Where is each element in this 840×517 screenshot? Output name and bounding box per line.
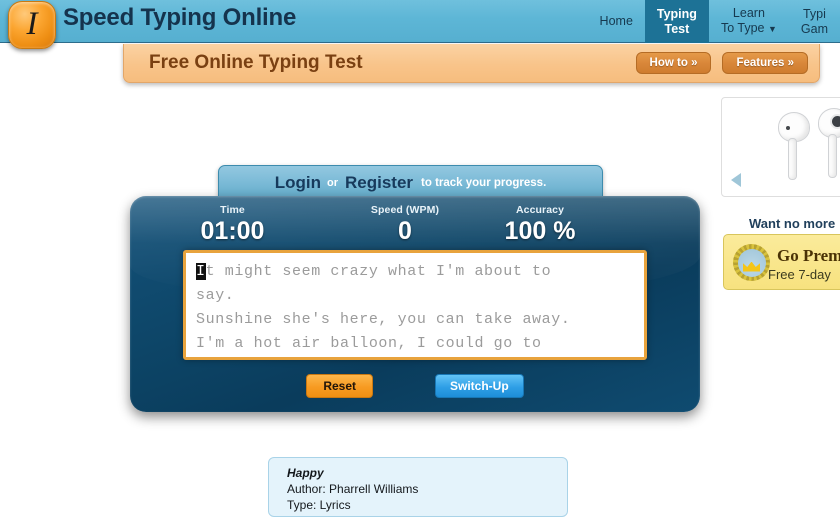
typing-cursor: I (196, 263, 206, 280)
stat-accuracy-label: Accuracy (515, 204, 565, 216)
earbud-left-stem-icon (788, 138, 797, 180)
song-title: Happy (287, 466, 324, 480)
earbud-left-sensor-icon (786, 126, 790, 130)
stat-speed: Speed (WPM) 0 (335, 204, 475, 246)
advertisement-carousel[interactable] (721, 97, 840, 197)
stat-speed-value: 0 (398, 217, 412, 245)
how-to-button[interactable]: How to » (635, 52, 712, 74)
login-or-text: or (326, 177, 338, 189)
typing-test-panel: Time 01:00 Speed (WPM) 0 Accuracy 100 % … (130, 196, 700, 412)
go-premium-subtitle: Free 7-day (768, 267, 831, 282)
crown-badge-inner (737, 248, 766, 277)
passage-line-1: It might seem crazy what I'm about to (196, 260, 634, 284)
switch-up-button[interactable]: Switch-Up (435, 374, 524, 398)
promo-headline: Want no more (749, 216, 836, 231)
nav-item-typing-games-line1: Typi (802, 6, 826, 21)
logo-letter: I (26, 5, 38, 42)
stat-time-label: Time (220, 204, 245, 216)
nav-item-typing-test-line1: Typing (656, 6, 697, 21)
nav-item-learn-to-type-line2: To Type ▼ (720, 21, 777, 35)
nav-item-typing-games-line2: Gam (800, 21, 828, 36)
nav-item-home[interactable]: Home (588, 0, 645, 43)
passage-line-2: say. (196, 287, 235, 304)
nav-item-typing-test[interactable]: Typing Test (644, 0, 709, 43)
song-author: Author: Pharrell Williams (287, 482, 419, 496)
nav-item-learn-to-type-line1: Learn (732, 6, 765, 20)
crown-icon (743, 261, 760, 272)
banner-actions: How to » Features » (635, 52, 808, 74)
song-type: Type: Lyrics (287, 498, 351, 512)
carousel-prev-icon[interactable] (731, 173, 741, 187)
login-link[interactable]: Login (275, 173, 321, 193)
reset-button[interactable]: Reset (306, 374, 373, 398)
register-link[interactable]: Register (345, 173, 413, 193)
stat-accuracy: Accuracy 100 % (475, 204, 605, 246)
crown-badge-icon (733, 244, 770, 281)
nav-item-typing-test-line2: Test (664, 21, 690, 36)
login-strip-tail-text: to track your progress. (421, 177, 547, 189)
stat-time: Time 01:00 (130, 204, 335, 246)
nav-item-typing-games[interactable]: Typi Gam (789, 0, 840, 43)
page-title: Free Online Typing Test (149, 52, 363, 73)
chevron-down-icon: ▼ (767, 24, 777, 34)
typing-stats-row: Time 01:00 Speed (WPM) 0 Accuracy 100 % (130, 204, 700, 246)
stat-time-value: 01:00 (200, 217, 265, 245)
nav-item-home-label: Home (599, 14, 633, 28)
features-button[interactable]: Features » (722, 52, 808, 74)
main-navigation: Home Typing Test Learn To Type ▼ Typi Ga… (588, 0, 840, 43)
earbud-right-grill-icon (830, 114, 840, 129)
passage-line-3: Sunshine she's here, you can take away. (196, 311, 571, 328)
go-premium-label: Go Prem (777, 246, 840, 265)
passage-line-4: I'm a hot air balloon, I could go to (196, 335, 542, 352)
panel-actions: Reset Switch-Up (130, 374, 700, 398)
logo-tile-icon: I (8, 1, 56, 49)
stat-accuracy-value: 100 % (504, 217, 576, 245)
site-title: Speed Typing Online (63, 4, 297, 31)
nav-item-learn-to-type[interactable]: Learn To Type ▼ (709, 0, 789, 43)
passage-line-1-rest: t might seem crazy what I'm about to (205, 263, 552, 280)
song-info-box: Happy Author: Pharrell Williams Type: Ly… (268, 457, 568, 517)
page-banner: Free Online Typing Test How to » Feature… (123, 44, 820, 83)
stat-speed-label: Speed (WPM) (370, 204, 440, 216)
site-logo[interactable]: I (8, 1, 56, 49)
go-premium-button[interactable]: Go Prem Free 7-day (723, 234, 840, 290)
typing-text-area[interactable]: It might seem crazy what I'm about to sa… (183, 250, 647, 360)
earbud-right-stem-icon (828, 134, 837, 178)
